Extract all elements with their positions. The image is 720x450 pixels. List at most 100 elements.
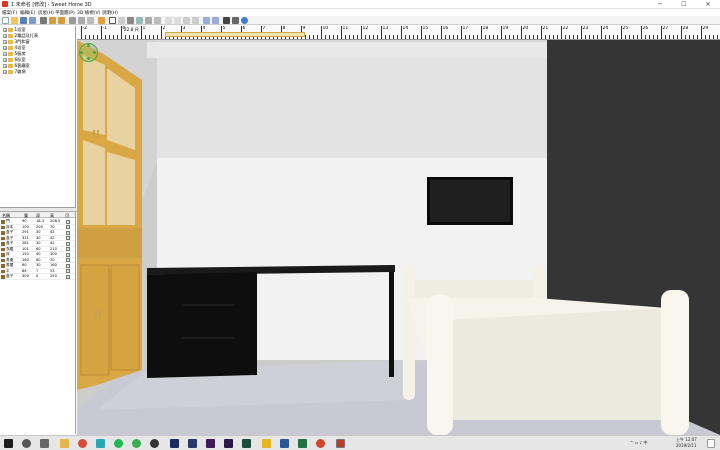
visible-checkbox[interactable]: ✓ [66,274,70,279]
furniture-catalog-tree[interactable]: +1浴室 +2電話及打表 +3門和窗 +4浴室 +5廚房 +6臥室 +6客廳室 … [0,26,76,208]
photo-icon[interactable] [223,17,230,24]
pan-icon[interactable] [118,17,125,24]
spotify-icon[interactable] [114,439,123,448]
create-polylines-icon[interactable] [145,17,152,24]
cut-icon[interactable] [40,17,47,24]
add-text-icon[interactable] [165,17,172,24]
premiere-icon[interactable] [206,439,215,448]
tree-item[interactable]: +7雜項 [3,69,26,75]
excel-icon[interactable] [298,439,307,448]
tree-item[interactable]: +3門和窗 [3,39,30,45]
app-icon[interactable] [150,439,159,448]
expand-icon[interactable]: + [3,27,7,32]
photoshop-icon[interactable] [170,439,179,448]
furniture-icon [1,275,5,279]
menu-help[interactable]: 說明(H) [102,10,118,16]
paste-icon[interactable] [87,17,94,24]
open-icon[interactable] [11,17,18,24]
expand-icon[interactable]: + [3,51,7,56]
redo-icon[interactable] [58,17,65,24]
text-style-icon[interactable] [192,17,199,24]
visible-checkbox[interactable]: ✓ [66,219,70,224]
compass-icon[interactable] [79,43,98,62]
add-furniture-icon[interactable] [98,17,105,24]
lightroom-icon[interactable] [188,439,197,448]
tree-item[interactable]: +1浴室 [3,27,26,33]
menu-plan[interactable]: 平面圖(P) [55,10,75,16]
menu-file[interactable]: 檔案(F) [2,10,17,16]
tree-item[interactable]: +6客廳室 [3,63,30,69]
brackets-icon[interactable] [262,439,271,448]
new-file-icon[interactable] [2,17,9,24]
create-dimensions-icon[interactable] [154,17,161,24]
text-style-icon[interactable] [183,17,190,24]
zoom-in-icon[interactable] [203,17,210,24]
notification-icon[interactable] [707,439,715,448]
visible-checkbox[interactable]: ✓ [66,258,70,263]
column-header-height[interactable]: 高 [50,213,54,219]
3d-view[interactable] [77,40,720,435]
word-icon[interactable] [280,439,289,448]
task-view-icon[interactable] [40,439,49,448]
ruler-minor-tick [389,35,390,39]
expand-icon[interactable]: + [3,69,7,74]
visible-checkbox[interactable]: ✓ [66,230,70,235]
column-header-name[interactable]: 名稱 [2,213,10,219]
tree-item[interactable]: +6臥室 [3,57,26,63]
plan-ruler[interactable]: -2 -1 0 1 2 3 4 5 6 7 8 9 10 11 12 13 14 15 16 17 18 19 20 21 22… [77,26,720,40]
furniture-w: 311 [22,235,29,240]
text-style-icon[interactable] [174,17,181,24]
maximize-button[interactable]: ☐ [672,0,696,9]
visible-checkbox[interactable]: ✓ [66,269,70,274]
menu-house[interactable]: 房屋(H) [38,10,54,16]
expand-icon[interactable]: + [3,45,7,50]
start-icon[interactable] [4,439,13,448]
save-icon[interactable] [20,17,27,24]
help-icon[interactable] [241,17,248,24]
visible-checkbox[interactable]: ✓ [66,252,70,257]
tray-icons[interactable]: ^ ▭ ♪ 中 [630,440,648,446]
visible-checkbox[interactable]: ✓ [66,247,70,252]
menu-3d-view[interactable]: 3D 檢視(V) [77,10,100,16]
column-header-width[interactable]: 寬 [24,213,28,219]
app-icon[interactable] [316,439,325,448]
create-walls-icon[interactable] [127,17,134,24]
animate-icon[interactable] [242,439,251,448]
tree-item[interactable]: +4浴室 [3,45,26,51]
tree-item[interactable]: +2電話及打表 [3,33,38,39]
cut-icon[interactable] [69,17,76,24]
ruler-minor-tick [445,35,446,39]
app-icon[interactable] [96,439,105,448]
select-icon[interactable] [109,17,116,24]
video-icon[interactable] [232,17,239,24]
furniture-row[interactable]: 盒子 300 0 150 ✓ [0,274,75,280]
tree-item[interactable]: +5廚房 [3,51,26,57]
zoom-out-icon[interactable] [212,17,219,24]
undo-icon[interactable] [49,17,56,24]
clock-date[interactable]: 2019/2/11 [676,443,697,448]
visible-checkbox[interactable]: ✓ [66,236,70,241]
chrome-icon[interactable] [78,439,87,448]
after-effects-icon[interactable] [224,439,233,448]
search-icon[interactable] [22,439,31,448]
copy-icon[interactable] [78,17,85,24]
file-explorer-icon[interactable] [60,439,69,448]
create-rooms-icon[interactable] [136,17,143,24]
line-icon[interactable] [132,439,141,448]
sweet-home-3d-icon[interactable] [336,439,345,448]
column-header-depth[interactable]: 深 [36,213,40,219]
minimize-button[interactable]: ─ [648,0,672,9]
visible-checkbox[interactable]: ✓ [66,225,70,230]
expand-icon[interactable]: + [3,39,7,44]
ruler-selection[interactable] [165,32,305,37]
visible-checkbox[interactable]: ✓ [66,263,70,268]
expand-icon[interactable]: + [3,63,7,68]
close-button[interactable]: ✕ [696,0,720,9]
furniture-h: 208.5 [50,219,61,224]
expand-icon[interactable]: + [3,57,7,62]
expand-icon[interactable]: + [3,33,7,38]
save-as-icon[interactable] [29,17,36,24]
visible-checkbox[interactable]: ✓ [66,241,70,246]
column-header-visible[interactable]: 可 [65,213,69,219]
menu-edit[interactable]: 編輯(E) [20,10,35,16]
